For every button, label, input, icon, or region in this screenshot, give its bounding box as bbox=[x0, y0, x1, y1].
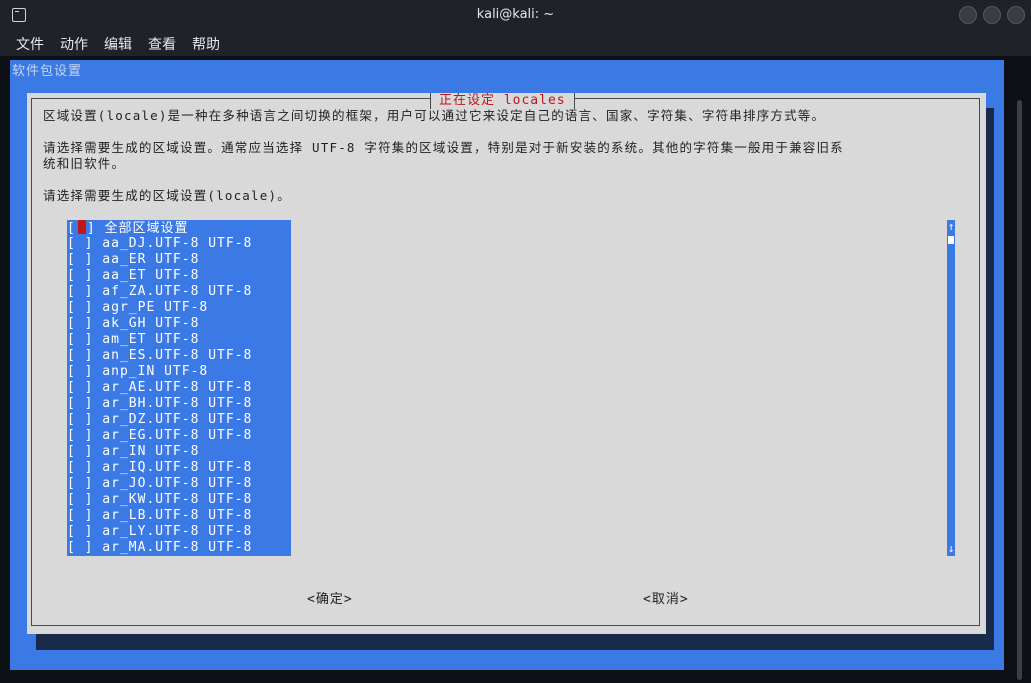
checkbox[interactable]: [ ] bbox=[67, 444, 93, 460]
locale-label: aa_ET UTF-8 bbox=[93, 268, 200, 283]
locale-list-item[interactable]: [ ] ar_EG.UTF-8 UTF-8 bbox=[67, 428, 252, 444]
menu-help[interactable]: 帮助 bbox=[192, 34, 220, 54]
window-titlebar: kali@kali: ~ bbox=[0, 0, 1031, 30]
ok-button[interactable]: <确定> bbox=[307, 588, 353, 607]
locale-list-item[interactable]: [ ] agr_PE UTF-8 bbox=[67, 300, 208, 316]
checkbox[interactable]: [ ] bbox=[67, 476, 93, 492]
locale-list-item[interactable]: [ ] aa_ET UTF-8 bbox=[67, 268, 199, 284]
checkbox[interactable]: [ ] bbox=[67, 348, 93, 364]
cancel-button[interactable]: <取消> bbox=[643, 588, 689, 607]
locale-list-item[interactable]: [ ] ar_IQ.UTF-8 UTF-8 bbox=[67, 460, 252, 476]
maximize-button[interactable] bbox=[983, 6, 1001, 24]
locale-label: ar_LB.UTF-8 UTF-8 bbox=[93, 508, 253, 523]
checkbox[interactable]: [ ] bbox=[67, 540, 93, 556]
locale-list-item[interactable]: [ ] ar_BH.UTF-8 UTF-8 bbox=[67, 396, 252, 412]
dialog-instructions-line1: 请选择需要生成的区域设置。通常应当选择 UTF-8 字符集的区域设置，特别是对于… bbox=[43, 140, 844, 155]
locale-label: ar_IQ.UTF-8 UTF-8 bbox=[93, 460, 253, 475]
close-button[interactable] bbox=[1007, 6, 1025, 24]
locale-list-item[interactable]: [ ] af_ZA.UTF-8 UTF-8 bbox=[67, 284, 252, 300]
menu-file[interactable]: 文件 bbox=[16, 34, 44, 54]
locale-list-item[interactable]: [ ] ar_LB.UTF-8 UTF-8 bbox=[67, 508, 252, 524]
locale-list-item[interactable]: [ ] ar_MA.UTF-8 UTF-8 bbox=[67, 540, 252, 556]
locale-list-item[interactable]: [ ] aa_ER UTF-8 bbox=[67, 252, 199, 268]
locale-list-item[interactable]: [ ] ar_DZ.UTF-8 UTF-8 bbox=[67, 412, 252, 428]
locale-list-item[interactable]: [ ] ar_IN UTF-8 bbox=[67, 444, 199, 460]
menu-action[interactable]: 动作 bbox=[60, 34, 88, 54]
locale-label: an_ES.UTF-8 UTF-8 bbox=[93, 348, 253, 363]
dialog-title: 正在设定 locales bbox=[430, 93, 575, 109]
background-title: 软件包设置 bbox=[12, 64, 83, 79]
locale-label: aa_DJ.UTF-8 UTF-8 bbox=[93, 236, 253, 251]
locale-label: ar_DZ.UTF-8 UTF-8 bbox=[93, 412, 253, 427]
locale-list-item[interactable]: [ ] ar_KW.UTF-8 UTF-8 bbox=[67, 492, 252, 508]
checkbox[interactable]: [] bbox=[67, 220, 96, 237]
locale-label: aa_ER UTF-8 bbox=[93, 252, 200, 267]
checkbox[interactable]: [ ] bbox=[67, 460, 93, 476]
terminal-scrollbar[interactable] bbox=[1017, 100, 1022, 680]
locale-list-item[interactable]: [ ] ak_GH UTF-8 bbox=[67, 316, 199, 332]
checkbox[interactable]: [ ] bbox=[67, 412, 93, 428]
checkbox[interactable]: [ ] bbox=[67, 524, 93, 540]
dialog-instructions-line2: 统和旧软件。 bbox=[43, 156, 126, 171]
locale-list-item[interactable]: [ ] am_ET UTF-8 bbox=[67, 332, 199, 348]
locale-checklist[interactable]: [] 全部区域设置[ ] aa_DJ.UTF-8 UTF-8[ ] aa_ER … bbox=[67, 220, 291, 556]
locale-list-item[interactable]: [ ] an_ES.UTF-8 UTF-8 bbox=[67, 348, 252, 364]
menu-edit[interactable]: 编辑 bbox=[104, 34, 132, 54]
list-scrollbar[interactable]: ↑ ↓ bbox=[947, 220, 955, 556]
selection-cursor bbox=[77, 220, 86, 234]
locale-label: ar_AE.UTF-8 UTF-8 bbox=[93, 380, 253, 395]
checkbox[interactable]: [ ] bbox=[67, 300, 93, 316]
checkbox[interactable]: [ ] bbox=[67, 236, 93, 252]
locale-list-item[interactable]: [ ] anp_IN UTF-8 bbox=[67, 364, 208, 380]
checkbox[interactable]: [ ] bbox=[67, 396, 93, 412]
locale-label: ar_LY.UTF-8 UTF-8 bbox=[93, 524, 253, 539]
locale-label: am_ET UTF-8 bbox=[93, 332, 200, 347]
checkbox[interactable]: [ ] bbox=[67, 252, 93, 268]
locale-label: agr_PE UTF-8 bbox=[93, 300, 209, 315]
locale-label: ar_MA.UTF-8 UTF-8 bbox=[93, 540, 253, 555]
locale-list-item[interactable]: [ ] ar_AE.UTF-8 UTF-8 bbox=[67, 380, 252, 396]
dialog-prompt: 请选择需要生成的区域设置(locale)。 bbox=[43, 188, 291, 203]
locale-list-item[interactable]: [ ] ar_JO.UTF-8 UTF-8 bbox=[67, 476, 252, 492]
minimize-button[interactable] bbox=[959, 6, 977, 24]
locale-label: anp_IN UTF-8 bbox=[93, 364, 209, 379]
locales-dialog: 正在设定 locales 区域设置(locale)是一种在多种语言之间切换的框架… bbox=[27, 93, 986, 634]
locale-list-item[interactable]: [] 全部区域设置 bbox=[67, 220, 188, 236]
locale-label: ar_BH.UTF-8 UTF-8 bbox=[93, 396, 253, 411]
checkbox[interactable]: [ ] bbox=[67, 332, 93, 348]
menu-bar: 文件 动作 编辑 查看 帮助 bbox=[0, 30, 1031, 56]
scroll-down-arrow-icon[interactable]: ↓ bbox=[947, 542, 955, 556]
locale-label: ak_GH UTF-8 bbox=[93, 316, 200, 331]
dialog-description: 区域设置(locale)是一种在多种语言之间切换的框架，用户可以通过它来设定自己… bbox=[43, 108, 826, 123]
locale-label: ar_IN UTF-8 bbox=[93, 444, 200, 459]
terminal-area[interactable]: 软件包设置 正在设定 locales 区域设置(locale)是一种在多种语言之… bbox=[0, 56, 1031, 683]
checkbox[interactable]: [ ] bbox=[67, 380, 93, 396]
menu-view[interactable]: 查看 bbox=[148, 34, 176, 54]
window-title: kali@kali: ~ bbox=[476, 7, 555, 22]
checkbox[interactable]: [ ] bbox=[67, 428, 93, 444]
checkbox[interactable]: [ ] bbox=[67, 364, 93, 380]
locale-list-item[interactable]: [ ] aa_DJ.UTF-8 UTF-8 bbox=[67, 236, 252, 252]
locale-label: ar_KW.UTF-8 UTF-8 bbox=[93, 492, 253, 507]
checkbox[interactable]: [ ] bbox=[67, 492, 93, 508]
checkbox[interactable]: [ ] bbox=[67, 316, 93, 332]
scrollbar-thumb[interactable] bbox=[948, 236, 954, 244]
checkbox[interactable]: [ ] bbox=[67, 508, 93, 524]
locale-label: ar_EG.UTF-8 UTF-8 bbox=[93, 428, 253, 443]
checkbox[interactable]: [ ] bbox=[67, 284, 93, 300]
locale-label: af_ZA.UTF-8 UTF-8 bbox=[93, 284, 253, 299]
locale-label: 全部区域设置 bbox=[95, 221, 189, 236]
checkbox[interactable]: [ ] bbox=[67, 268, 93, 284]
locale-list-item[interactable]: [ ] ar_LY.UTF-8 UTF-8 bbox=[67, 524, 252, 540]
locale-label: ar_JO.UTF-8 UTF-8 bbox=[93, 476, 253, 491]
scroll-up-arrow-icon[interactable]: ↑ bbox=[947, 220, 955, 234]
